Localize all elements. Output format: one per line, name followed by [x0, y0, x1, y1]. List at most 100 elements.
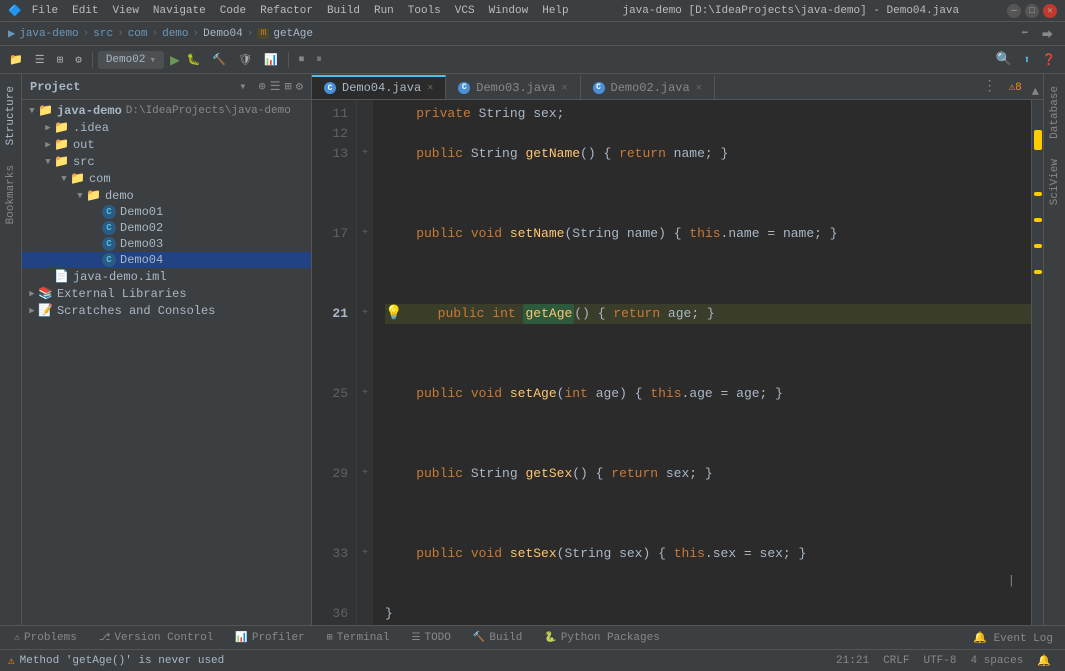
- tree-idea[interactable]: ▶ 📁 .idea: [22, 119, 311, 136]
- event-log-button[interactable]: 🔔 Event Log: [965, 629, 1061, 647]
- settings-button[interactable]: ⚙: [70, 51, 87, 69]
- breadcrumb-tools[interactable]: ⬅ ⮕: [1017, 25, 1057, 43]
- sciview-panel-button[interactable]: SciView: [1047, 155, 1063, 209]
- tabs-overflow-menu[interactable]: ⋮: [975, 78, 1005, 95]
- minimize-button[interactable]: ─: [1007, 4, 1021, 18]
- debug-button[interactable]: 🐛: [182, 51, 206, 69]
- status-encoding[interactable]: UTF-8: [917, 655, 962, 667]
- breadcrumb-method[interactable]: getAge: [273, 28, 313, 40]
- menu-refactor[interactable]: Refactor: [254, 4, 319, 18]
- line-num-11: 11: [312, 104, 348, 124]
- menu-tools[interactable]: Tools: [402, 4, 447, 18]
- run-button[interactable]: ▶: [170, 50, 180, 70]
- breadcrumb-demo[interactable]: demo: [162, 28, 188, 40]
- tree-demo[interactable]: ▼ 📁 demo: [22, 187, 311, 204]
- build-button[interactable]: 🔨: [207, 51, 231, 69]
- tab-version-control[interactable]: ⎇ Version Control: [89, 626, 224, 649]
- line-num-36: 36: [312, 604, 348, 624]
- tree-out[interactable]: ▶ 📁 out: [22, 136, 311, 153]
- nav-back-button[interactable]: ⬅: [1017, 25, 1032, 43]
- tree-demo03[interactable]: ▶ C Demo03: [22, 236, 311, 252]
- line-num-37: 37: [312, 624, 348, 625]
- settings-project-button[interactable]: ⚙: [296, 79, 303, 94]
- menu-window[interactable]: Window: [483, 4, 535, 18]
- toolbar-btn-stop[interactable]: ⏹: [294, 52, 310, 68]
- tree-demo01[interactable]: ▶ C Demo01: [22, 204, 311, 220]
- menu-view[interactable]: View: [107, 4, 145, 18]
- tab-demo03-label: Demo03.java: [476, 81, 555, 95]
- menu-run[interactable]: Run: [368, 4, 400, 18]
- demo04-tab-icon: C: [324, 82, 336, 94]
- tab-problems[interactable]: ⚠ Problems: [4, 626, 87, 649]
- menu-code[interactable]: Code: [214, 4, 252, 18]
- maximize-button[interactable]: □: [1025, 4, 1039, 18]
- menu-help[interactable]: Help: [536, 4, 574, 18]
- breadcrumb-class[interactable]: Demo04: [203, 28, 243, 40]
- tab-demo03-close[interactable]: ✕: [561, 82, 567, 94]
- tab-terminal-label: Terminal: [337, 632, 390, 644]
- tree-scratches[interactable]: ▶ 📝 Scratches and Consoles: [22, 302, 311, 319]
- status-indent[interactable]: 4 spaces: [964, 655, 1029, 667]
- menu-navigate[interactable]: Navigate: [147, 4, 212, 18]
- help-button[interactable]: ❓: [1037, 51, 1061, 69]
- title-bar: 🔷 File Edit View Navigate Code Refactor …: [0, 0, 1065, 22]
- line-num-13: 13: [312, 144, 348, 164]
- code-editor[interactable]: private String sex; public String getNam…: [373, 100, 1031, 625]
- tree-root[interactable]: ▼ 📁 java-demo D:\IdeaProjects\java-demo: [22, 102, 311, 119]
- run-configuration[interactable]: Demo02 ▾: [98, 51, 164, 69]
- nav-forward-button[interactable]: ⮕: [1038, 25, 1057, 43]
- code-line-33: public void setSex(String sex) { this.se…: [385, 544, 1031, 564]
- tab-demo04[interactable]: C Demo04.java ✕: [312, 75, 446, 99]
- tab-terminal[interactable]: ⊞ Terminal: [317, 626, 400, 649]
- status-position[interactable]: 21:21: [830, 655, 875, 667]
- hint-bulb-icon[interactable]: 💡: [385, 304, 402, 324]
- tab-todo[interactable]: ☰ TODO: [402, 626, 461, 649]
- close-button[interactable]: ✕: [1043, 4, 1057, 18]
- warnings-expand[interactable]: ▲: [1028, 85, 1043, 99]
- tree-src-label: src: [73, 155, 95, 169]
- tab-profiler[interactable]: 📊 Profiler: [225, 626, 314, 649]
- sort-button[interactable]: ⊞: [285, 79, 292, 94]
- tab-demo03[interactable]: C Demo03.java ✕: [446, 75, 580, 99]
- scroll-from-source-button[interactable]: ⊕: [259, 79, 266, 94]
- tree-src[interactable]: ▼ 📁 src: [22, 153, 311, 170]
- menu-file[interactable]: File: [26, 4, 64, 18]
- breadcrumb-project[interactable]: java-demo: [19, 28, 78, 40]
- tree-iml[interactable]: ▶ 📄 java-demo.iml: [22, 268, 311, 285]
- project-tools[interactable]: ⊕ ☰ ⊞ ⚙: [253, 79, 303, 94]
- tree-iml-label: java-demo.iml: [73, 270, 167, 284]
- menu-edit[interactable]: Edit: [66, 4, 104, 18]
- tree-ext-libs[interactable]: ▶ 📚 External Libraries: [22, 285, 311, 302]
- tab-build[interactable]: 🔨 Build: [463, 626, 532, 649]
- iml-icon: 📄: [54, 269, 69, 284]
- tab-demo02-close[interactable]: ✕: [696, 82, 702, 94]
- menu-bar[interactable]: File Edit View Navigate Code Refactor Bu…: [26, 4, 575, 18]
- status-notifications[interactable]: 🔔: [1031, 654, 1057, 668]
- toolbar-btn-1[interactable]: ☰: [30, 51, 50, 69]
- tree-demo02[interactable]: ▶ C Demo02: [22, 220, 311, 236]
- project-tree-button[interactable]: 📁: [4, 51, 28, 69]
- tab-demo04-close[interactable]: ✕: [427, 82, 433, 94]
- status-line-sep[interactable]: CRLF: [877, 655, 915, 667]
- menu-vcs[interactable]: VCS: [449, 4, 481, 18]
- menu-build[interactable]: Build: [321, 4, 366, 18]
- tab-python-packages[interactable]: 🐍 Python Packages: [534, 626, 669, 649]
- toolbar: 📁 ☰ ⊞ ⚙ Demo02 ▾ ▶ 🐛 🔨 🛡 📊 ⏹ ⏸ 🔍 ⬆ ❓: [0, 46, 1065, 74]
- right-scrollbar[interactable]: [1031, 100, 1043, 625]
- breadcrumb-com[interactable]: com: [128, 28, 148, 40]
- profile-button[interactable]: 📊: [259, 51, 283, 69]
- bookmarks-panel-button[interactable]: Bookmarks: [3, 161, 19, 228]
- window-controls[interactable]: ─ □ ✕: [1007, 4, 1057, 18]
- breadcrumb-src[interactable]: src: [93, 28, 113, 40]
- search-everywhere-button[interactable]: 🔍: [990, 50, 1016, 69]
- tree-com[interactable]: ▼ 📁 com: [22, 170, 311, 187]
- update-button[interactable]: ⬆: [1019, 51, 1036, 69]
- tree-demo04[interactable]: ▶ C Demo04: [22, 252, 311, 268]
- collapse-all-button[interactable]: ☰: [270, 79, 281, 94]
- structure-panel-button[interactable]: Structure: [3, 82, 19, 149]
- tab-demo02[interactable]: C Demo02.java ✕: [581, 75, 715, 99]
- database-panel-button[interactable]: Database: [1047, 82, 1063, 143]
- run-with-coverage-button[interactable]: 🛡: [233, 51, 257, 69]
- toolbar-btn-pause[interactable]: ⏸: [311, 52, 327, 68]
- toolbar-btn-2[interactable]: ⊞: [52, 51, 69, 69]
